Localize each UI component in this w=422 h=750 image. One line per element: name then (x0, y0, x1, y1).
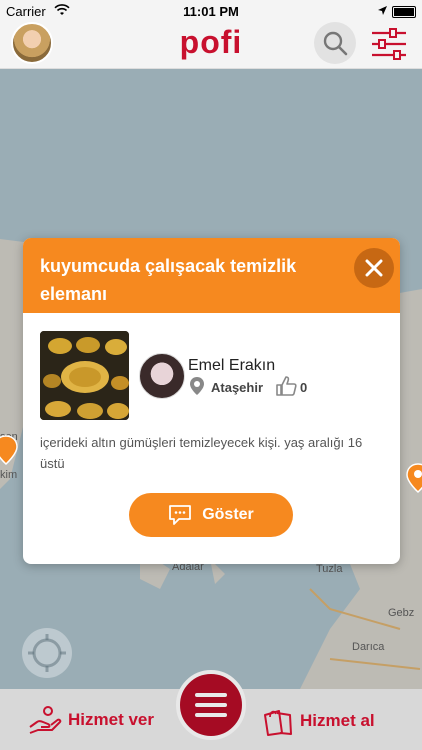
receive-service-label: Hizmet al (300, 711, 375, 730)
provide-service-button[interactable]: Hizmet ver (28, 705, 154, 735)
receive-service-button[interactable]: Hizmet al (262, 705, 375, 737)
gold-coins-image (40, 331, 129, 420)
sliders-icon (372, 28, 406, 60)
status-bar: Carrier 11:01 PM (0, 0, 422, 22)
user-avatar[interactable] (139, 353, 185, 399)
app-header: pofi (0, 22, 422, 69)
popup-header: kuyumcuda çalışacak temizlik elemanı (23, 238, 400, 313)
filter-button[interactable] (370, 26, 408, 62)
close-icon (365, 259, 383, 277)
locate-me-button[interactable] (22, 628, 72, 678)
like-count: 0 (300, 380, 308, 395)
app-logo: pofi (179, 24, 243, 60)
listing-popup: kuyumcuda çalışacak temizlik elemanı Eme… (23, 238, 400, 564)
map-label-tuzla: Tuzla (316, 563, 343, 575)
shopping-bags-icon (264, 710, 292, 736)
battery-icon (392, 6, 416, 18)
user-location: Ataşehir (211, 380, 264, 395)
chat-bubble-icon (169, 505, 192, 525)
show-button[interactable]: Göster (129, 493, 293, 537)
map-pin-icon[interactable] (0, 435, 18, 465)
location-services-icon (377, 4, 388, 19)
thumbs-up-icon[interactable] (275, 375, 297, 397)
map-pin-icon[interactable] (406, 463, 422, 493)
map-label-darica: Darıca (352, 641, 385, 653)
map-label-partial-kim: kim (0, 469, 18, 481)
listing-title: kuyumcuda çalışacak temizlik elemanı (40, 256, 297, 304)
search-button[interactable] (314, 22, 356, 64)
clock: 11:01 PM (183, 4, 239, 19)
helping-hand-icon (29, 706, 62, 734)
main-menu-button[interactable] (176, 670, 246, 740)
user-name: Emel Erakın (188, 357, 276, 374)
show-button-label: Göster (202, 506, 254, 523)
hamburger-icon (195, 693, 227, 697)
close-button[interactable] (354, 248, 394, 288)
hamburger-icon-line (195, 703, 227, 707)
listing-image[interactable] (40, 331, 129, 420)
location-pin-icon (190, 377, 204, 395)
listing-description: içerideki altın gümüşleri temizleyecek k… (40, 435, 363, 471)
provide-service-label: Hizmet ver (68, 710, 154, 729)
crosshair-icon (28, 634, 66, 672)
search-icon (323, 31, 348, 56)
hamburger-icon-line (195, 713, 227, 717)
map-label-gebze: Gebz (388, 607, 415, 619)
